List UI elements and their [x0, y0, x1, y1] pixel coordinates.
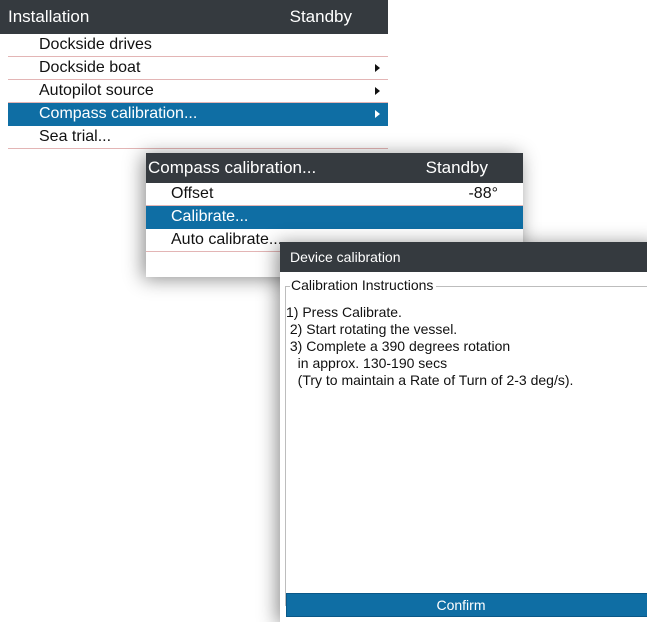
instructions-text: 1) Press Calibrate. 2) Start rotating th… — [286, 304, 573, 389]
device-calibration-dialog: Device calibration Calibration Instructi… — [280, 242, 647, 622]
confirm-button-label: Confirm — [436, 597, 486, 613]
installation-status: Standby — [289, 7, 352, 26]
confirm-button[interactable]: Confirm — [286, 593, 647, 617]
menu-item-compass-calibration[interactable]: Compass calibration... — [8, 103, 388, 126]
dialog-title: Device calibration — [290, 249, 401, 265]
dialog-title-bar: Device calibration — [280, 242, 647, 272]
menu-item-autopilot-source[interactable]: Autopilot source — [8, 80, 388, 103]
menu-item-offset[interactable]: Offset -88° — [146, 183, 523, 206]
menu-item-label: Calibrate... — [171, 208, 249, 225]
compass-title: Compass calibration... — [148, 158, 317, 177]
menu-item-label: Auto calibrate... — [171, 231, 283, 248]
offset-label: Offset — [171, 185, 214, 202]
installation-title-bar: Installation Standby — [0, 0, 388, 34]
instruction-line: 3) Complete a 390 degrees rotation — [286, 338, 511, 354]
chevron-right-icon — [375, 87, 380, 95]
installation-title: Installation — [8, 7, 90, 26]
chevron-right-icon — [375, 110, 380, 118]
instruction-line: (Try to maintain a Rate of Turn of 2-3 d… — [286, 372, 574, 388]
menu-item-dockside-drives[interactable]: Dockside drives — [8, 34, 388, 57]
instruction-line: in approx. 130-190 secs — [286, 355, 448, 371]
menu-item-label: Autopilot source — [39, 82, 154, 99]
menu-item-calibrate[interactable]: Calibrate... — [146, 206, 523, 229]
offset-value: -88° — [468, 185, 498, 202]
compass-title-bar: Compass calibration... Standby — [146, 153, 523, 183]
menu-item-label: Dockside drives — [39, 36, 152, 53]
chevron-right-icon — [375, 64, 380, 72]
menu-item-label: Compass calibration... — [39, 105, 198, 122]
instructions-group-label: Calibration Instructions — [290, 277, 437, 293]
menu-item-label: Dockside boat — [39, 59, 141, 76]
compass-status: Standby — [425, 158, 488, 177]
instruction-line: 1) Press Calibrate. — [286, 304, 402, 320]
instruction-line: 2) Start rotating the vessel. — [286, 321, 458, 337]
menu-item-sea-trial[interactable]: Sea trial... — [8, 126, 388, 149]
menu-item-label: Sea trial... — [39, 128, 112, 145]
menu-item-dockside-boat[interactable]: Dockside boat — [8, 57, 388, 80]
